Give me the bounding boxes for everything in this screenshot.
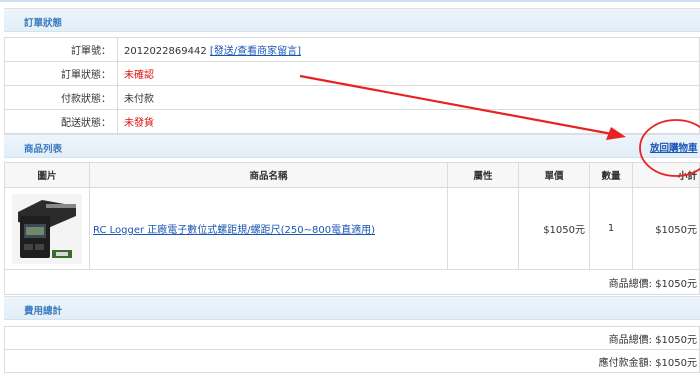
order-state-label: 訂單狀態：	[4, 61, 118, 86]
product-list-title: 商品列表	[24, 144, 63, 155]
col-qty-header: 數量	[589, 162, 633, 188]
order-state-row: 訂單狀態： 未確認	[4, 61, 700, 86]
shipping-state-value: 未發貨	[117, 109, 700, 134]
product-table-header-row: 圖片 商品名稱 屬性 單價 數量 小計	[4, 162, 700, 188]
shipping-state-label: 配送狀態：	[4, 109, 118, 134]
product-table: 圖片 商品名稱 屬性 單價 數量 小計 RC Logger 正廠電子數位式螺距規…	[4, 162, 700, 295]
amount-due-row: 應付款金額: $1050元	[4, 349, 700, 373]
col-attr-header: 屬性	[447, 162, 519, 188]
product-list-header: 商品列表	[4, 134, 700, 158]
col-name-header: 商品名稱	[89, 162, 448, 188]
goods-total-row: 商品總價: $1050元	[4, 326, 700, 350]
back-to-cart-link[interactable]: 放回購物車	[650, 140, 698, 154]
product-image-cell	[4, 187, 90, 270]
order-status-table: 訂單號： 2012022869442 [發送/查看商家留言] 訂單狀態： 未確認…	[4, 37, 700, 134]
order-status-title: 訂單狀態	[24, 18, 63, 29]
fee-summary-header: 費用總計	[4, 296, 700, 320]
order-no-value: 2012022869442	[124, 46, 207, 57]
rc-logger-gauge-photo-icon	[12, 193, 82, 264]
amount-due: 應付款金額: $1050元	[4, 349, 700, 373]
product-total: 商品總價: $1050元	[4, 269, 700, 295]
message-link[interactable]: [發送/查看商家留言]	[210, 46, 301, 57]
shipping-state-row: 配送狀態： 未發貨	[4, 109, 700, 134]
product-subtotal: $1050元	[632, 187, 700, 270]
product-image[interactable]	[12, 193, 82, 264]
order-no-label: 訂單號：	[4, 37, 118, 62]
order-status-header: 訂單狀態	[4, 8, 700, 32]
fee-summary-title: 費用總計	[24, 306, 63, 317]
product-name-cell: RC Logger 正廠電子數位式螺距規/螺距尺(250~800電直適用)	[89, 187, 448, 270]
payment-state-label: 付款狀態：	[4, 85, 118, 110]
col-price-header: 單價	[518, 162, 590, 188]
payment-state-row: 付款狀態： 未付款	[4, 85, 700, 110]
product-attribute-cell	[447, 187, 519, 270]
order-no-row: 訂單號： 2012022869442 [發送/查看商家留言]	[4, 37, 700, 62]
fee-summary-table: 商品總價: $1050元 應付款金額: $1050元	[4, 326, 700, 373]
product-name-link[interactable]: RC Logger 正廠電子數位式螺距規/螺距尺(250~800電直適用)	[93, 225, 375, 236]
col-subtotal-header: 小計	[632, 162, 700, 188]
product-total-row: 商品總價: $1050元	[4, 269, 700, 295]
product-quantity: 1	[589, 187, 633, 270]
product-row: RC Logger 正廠電子數位式螺距規/螺距尺(250~800電直適用) $1…	[4, 187, 700, 270]
top-border	[0, 0, 700, 2]
product-unit-price: $1050元	[518, 187, 590, 270]
order-no-cell: 2012022869442 [發送/查看商家留言]	[117, 37, 700, 62]
col-image-header: 圖片	[4, 162, 90, 188]
order-state-value: 未確認	[117, 61, 700, 86]
payment-state-value: 未付款	[117, 85, 700, 110]
goods-total: 商品總價: $1050元	[4, 326, 700, 350]
